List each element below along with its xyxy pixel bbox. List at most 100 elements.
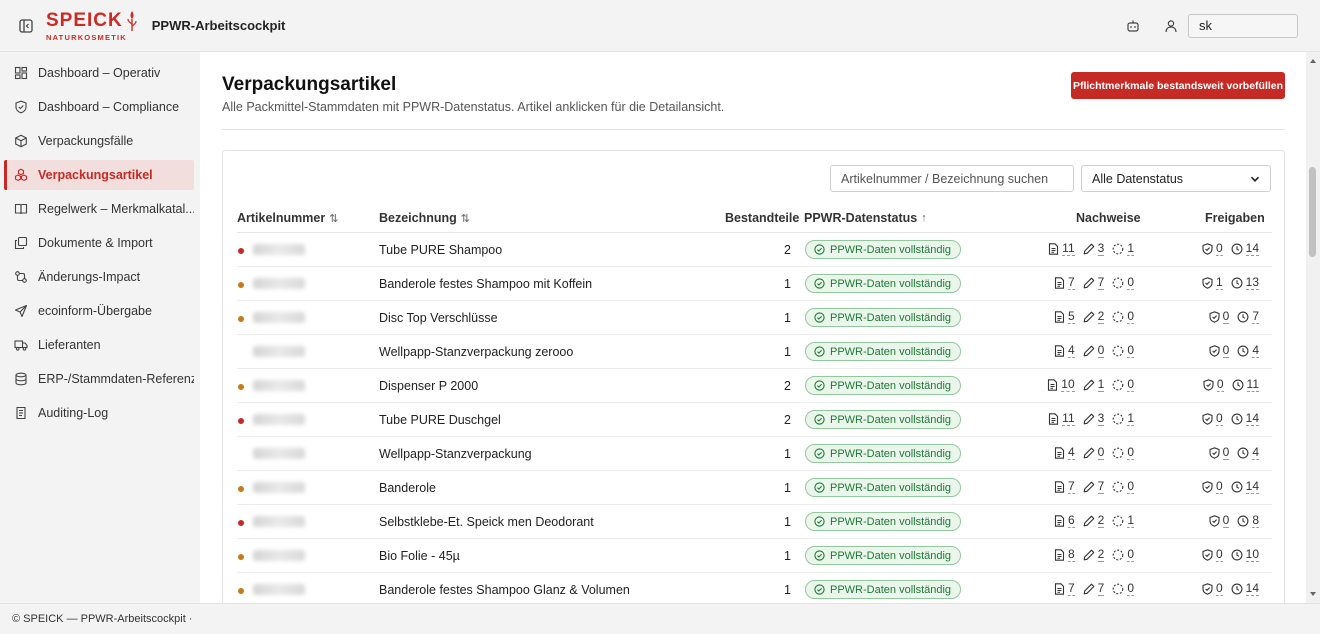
documents-metric[interactable]: 11 (1048, 412, 1075, 426)
pending-metric[interactable]: 0 (1112, 480, 1134, 494)
table-row[interactable]: Tube PURE Duschgel 2 PPWR-Daten vollständi… (237, 403, 1272, 437)
approved-metric[interactable]: 0 (1202, 480, 1223, 494)
approved-metric[interactable]: 0 (1209, 344, 1230, 358)
pending-metric[interactable]: 0 (1112, 344, 1134, 358)
waiting-metric[interactable]: 11 (1232, 378, 1259, 392)
pending-metric[interactable]: 1 (1112, 514, 1134, 528)
article-name[interactable]: Tube PURE Duschgel (379, 413, 501, 427)
sidebar-item-dashboard-operativ[interactable]: Dashboard – Operativ (4, 58, 194, 88)
documents-metric[interactable]: 5 (1054, 310, 1075, 324)
documents-metric[interactable]: 11 (1048, 242, 1075, 256)
pending-metric[interactable]: 1 (1112, 412, 1134, 426)
edits-metric[interactable]: 0 (1083, 446, 1105, 460)
edits-metric[interactable]: 1 (1083, 378, 1105, 392)
article-name[interactable]: Banderole festes Shampoo mit Koffein (379, 277, 592, 291)
waiting-metric[interactable]: 7 (1237, 310, 1259, 324)
documents-metric[interactable]: 10 (1047, 378, 1075, 392)
edits-metric[interactable]: 7 (1083, 582, 1105, 596)
pending-metric[interactable]: 0 (1112, 378, 1134, 392)
pending-metric[interactable]: 0 (1112, 582, 1134, 596)
edits-metric[interactable]: 2 (1083, 310, 1105, 324)
waiting-metric[interactable]: 4 (1237, 446, 1259, 460)
article-name[interactable]: Wellpapp-Stanzverpackung zerooo (379, 345, 573, 359)
col-datenstatus[interactable]: PPWR-Datenstatus ↑ (804, 211, 927, 225)
article-name[interactable]: Selbstklebe-Et. Speick men Deodorant (379, 515, 594, 529)
sidebar-item-dashboard-compliance[interactable]: Dashboard – Compliance (4, 92, 194, 122)
pending-metric[interactable]: 0 (1112, 276, 1134, 290)
scroll-up-icon[interactable] (1308, 56, 1318, 66)
table-row[interactable]: Banderole festes Shampoo mit Koffein 1 PPW… (237, 267, 1272, 301)
col-artikelnummer[interactable]: Artikelnummer ⇅ (237, 211, 338, 225)
waiting-metric[interactable]: 14 (1231, 480, 1259, 494)
scroll-thumb[interactable] (1309, 167, 1316, 257)
approved-metric[interactable]: 0 (1202, 548, 1223, 562)
sidebar-item-verpackungsartikel[interactable]: Verpackungsartikel (4, 160, 194, 190)
approved-metric[interactable]: 0 (1209, 446, 1230, 460)
pending-metric[interactable]: 0 (1112, 446, 1134, 460)
search-input[interactable] (830, 165, 1074, 192)
pending-metric[interactable]: 0 (1112, 310, 1134, 324)
waiting-metric[interactable]: 14 (1231, 582, 1259, 596)
sidebar-item-auditing-log[interactable]: Auditing-Log (4, 398, 194, 428)
article-name[interactable]: Wellpapp-Stanzverpackung (379, 447, 532, 461)
table-row[interactable]: Wellpapp-Stanzverpackung zerooo 1 PPWR-Dat… (237, 335, 1272, 369)
article-name[interactable]: Disc Top Verschlüsse (379, 311, 498, 325)
documents-metric[interactable]: 8 (1054, 548, 1075, 562)
prefill-mandatory-button[interactable]: Pflichtmerkmale bestandsweit vorbefüllen (1071, 72, 1285, 99)
sidebar-item-aenderungs-impact[interactable]: Änderungs-Impact (4, 262, 194, 292)
speick-logo[interactable]: SPEICK NATURKOSMETIK (46, 10, 138, 42)
col-bezeichnung[interactable]: Bezeichnung ⇅ (379, 211, 470, 225)
table-row[interactable]: Selbstklebe-Et. Speick men Deodorant 1 PPW… (237, 505, 1272, 539)
table-row[interactable]: Wellpapp-Stanzverpackung 1 PPWR-Daten voll… (237, 437, 1272, 471)
table-row[interactable]: Banderole 1 PPWR-Daten vollständig 7 7 0 0 14 (237, 471, 1272, 505)
documents-metric[interactable]: 4 (1054, 446, 1075, 460)
sidebar-item-lieferanten[interactable]: Lieferanten (4, 330, 194, 360)
status-filter-select[interactable]: Alle Datenstatus (1081, 165, 1271, 192)
approved-metric[interactable]: 0 (1202, 582, 1223, 596)
sidebar-item-dokumente-import[interactable]: Dokumente & Import (4, 228, 194, 258)
edits-metric[interactable]: 2 (1083, 548, 1105, 562)
waiting-metric[interactable]: 13 (1231, 276, 1259, 290)
approved-metric[interactable]: 0 (1203, 378, 1224, 392)
sidebar-item-verpackungsfaelle[interactable]: Verpackungsfälle (4, 126, 194, 156)
approved-metric[interactable]: 1 (1202, 276, 1223, 290)
article-name[interactable]: Tube PURE Shampoo (379, 243, 502, 257)
documents-metric[interactable]: 7 (1054, 276, 1075, 290)
table-row[interactable]: Bio Folie - 45µ 1 PPWR-Daten vollständig 8 2… (237, 539, 1272, 573)
approved-metric[interactable]: 0 (1202, 242, 1223, 256)
waiting-metric[interactable]: 8 (1237, 514, 1259, 528)
user-field[interactable] (1188, 13, 1298, 38)
article-name[interactable]: Dispenser P 2000 (379, 379, 478, 393)
edits-metric[interactable]: 3 (1083, 412, 1105, 426)
sidebar-item-erp-stammdaten[interactable]: ERP-/Stammdaten-Referenz (4, 364, 194, 394)
documents-metric[interactable]: 7 (1054, 480, 1075, 494)
edits-metric[interactable]: 7 (1083, 480, 1105, 494)
edits-metric[interactable]: 0 (1083, 344, 1105, 358)
scroll-down-icon[interactable] (1308, 589, 1318, 599)
article-name[interactable]: Banderole (379, 481, 436, 495)
article-name[interactable]: Banderole festes Shampoo Glanz & Volumen (379, 583, 630, 597)
edits-metric[interactable]: 3 (1083, 242, 1105, 256)
robot-icon[interactable] (1122, 15, 1144, 37)
edits-metric[interactable]: 2 (1083, 514, 1105, 528)
documents-metric[interactable]: 4 (1054, 344, 1075, 358)
sidebar-toggle-icon[interactable] (16, 16, 36, 36)
user-icon[interactable] (1160, 15, 1182, 37)
table-row[interactable]: Banderole festes Shampoo Glanz & Volumen… (237, 573, 1272, 603)
approved-metric[interactable]: 0 (1202, 412, 1223, 426)
sidebar-item-regelwerk[interactable]: Regelwerk – Merkmalkatal... (4, 194, 194, 224)
waiting-metric[interactable]: 10 (1231, 548, 1259, 562)
approved-metric[interactable]: 0 (1209, 514, 1230, 528)
table-row[interactable]: Disc Top Verschlüsse 1 PPWR-Daten vollstän… (237, 301, 1272, 335)
documents-metric[interactable]: 7 (1054, 582, 1075, 596)
pending-metric[interactable]: 0 (1112, 548, 1134, 562)
pending-metric[interactable]: 1 (1112, 242, 1134, 256)
page-scrollbar[interactable] (1306, 52, 1320, 603)
waiting-metric[interactable]: 14 (1231, 412, 1259, 426)
sidebar-item-ecoinform-uebergabe[interactable]: ecoinform-Übergabe (4, 296, 194, 326)
article-name[interactable]: Bio Folie - 45µ (379, 549, 460, 563)
approved-metric[interactable]: 0 (1209, 310, 1230, 324)
edits-metric[interactable]: 7 (1083, 276, 1105, 290)
waiting-metric[interactable]: 4 (1237, 344, 1259, 358)
table-row[interactable]: Dispenser P 2000 2 PPWR-Daten vollständig 1… (237, 369, 1272, 403)
